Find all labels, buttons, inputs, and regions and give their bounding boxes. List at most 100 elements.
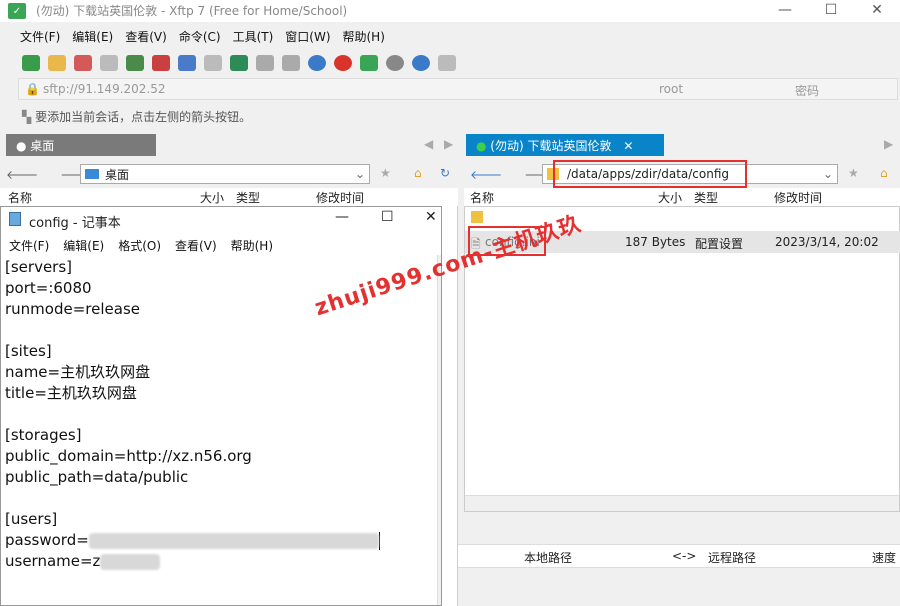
- col-type[interactable]: 类型: [694, 189, 718, 206]
- tab-local-label: 桌面: [30, 139, 55, 153]
- globe-icon[interactable]: [308, 55, 326, 71]
- file-size: 187 Bytes: [625, 235, 686, 249]
- favorite-icon[interactable]: ★: [380, 166, 391, 180]
- text-line-password: password=: [5, 530, 437, 551]
- notepad-icon: [9, 212, 21, 226]
- help-icon[interactable]: [412, 55, 430, 71]
- upload-icon[interactable]: [178, 55, 196, 71]
- back-arrow-icon[interactable]: 🡐: [6, 167, 38, 182]
- col-size[interactable]: 大小: [658, 189, 682, 206]
- text-line: [storages]: [5, 426, 82, 444]
- notepad-close-button[interactable]: ✕: [425, 209, 437, 225]
- tab-close-icon[interactable]: ✕: [623, 139, 633, 153]
- text-line: public_path=data/public: [5, 468, 189, 486]
- tab-remote[interactable]: ● (勿动) 下载站英国伦敦 ✕: [466, 134, 664, 156]
- sync-icon[interactable]: [230, 55, 248, 71]
- chevron-down-icon[interactable]: ⌄: [355, 167, 365, 181]
- col-speed[interactable]: 速度: [872, 549, 896, 566]
- chat-icon[interactable]: [438, 55, 456, 71]
- path-highlight-box: [553, 160, 747, 188]
- col-size[interactable]: 大小: [200, 189, 224, 206]
- download-icon[interactable]: [204, 55, 222, 71]
- menu-file[interactable]: 文件(F): [20, 28, 60, 45]
- parent-folder-icon[interactable]: [471, 211, 483, 223]
- paste-icon[interactable]: [282, 55, 300, 71]
- toolbar: [22, 52, 464, 74]
- np-menu-file[interactable]: 文件(F): [9, 237, 49, 254]
- bookmark-icon: ▚: [22, 110, 32, 124]
- text-line: [users]: [5, 510, 58, 528]
- notepad-window[interactable]: config - 记事本 — ☐ ✕ 文件(F) 编辑(E) 格式(O) 查看(…: [0, 206, 442, 606]
- menu-help[interactable]: 帮助(H): [343, 28, 385, 45]
- col-name[interactable]: 名称: [470, 189, 494, 206]
- tab-scroll-left-icon[interactable]: ◀: [424, 137, 433, 151]
- disconnect-icon[interactable]: [74, 55, 92, 71]
- media-icon[interactable]: [152, 55, 170, 71]
- username-key: username=z: [5, 552, 101, 570]
- password-key: password=: [5, 531, 89, 549]
- col-modified[interactable]: 修改时间: [316, 189, 364, 206]
- col-name[interactable]: 名称: [8, 189, 32, 206]
- properties-icon[interactable]: [126, 55, 144, 71]
- home-icon[interactable]: ⌂: [414, 166, 422, 180]
- menu-command[interactable]: 命令(C): [179, 28, 221, 45]
- lock-icon: 🔒: [25, 82, 40, 96]
- copy-icon[interactable]: [256, 55, 274, 71]
- home-icon[interactable]: ⌂: [880, 166, 888, 180]
- favorite-icon[interactable]: ★: [848, 166, 859, 180]
- np-menu-edit[interactable]: 编辑(E): [63, 237, 104, 254]
- right-column-header: 名称 大小 类型 修改时间: [464, 188, 900, 206]
- text-line: [5, 488, 437, 509]
- xshell-icon[interactable]: [334, 55, 352, 71]
- desktop-icon: [85, 169, 99, 179]
- maximize-button[interactable]: ☐: [808, 0, 854, 22]
- chevron-down-icon[interactable]: ⌄: [823, 167, 833, 181]
- file-type: 配置设置: [695, 237, 744, 251]
- hint-text: 要添加当前会话，点击左侧的箭头按钮。: [35, 110, 252, 124]
- close-button[interactable]: ✕: [854, 0, 900, 22]
- np-menu-view[interactable]: 查看(V): [175, 237, 217, 254]
- np-menu-help[interactable]: 帮助(H): [231, 237, 273, 254]
- text-line: title=主机玖玖网盘: [5, 384, 137, 402]
- notepad-vertical-scrollbar[interactable]: [437, 255, 441, 605]
- col-type[interactable]: 类型: [236, 189, 260, 206]
- left-path-box[interactable]: 桌面 ⌄: [80, 164, 370, 184]
- menu-view[interactable]: 查看(V): [125, 28, 167, 45]
- back-arrow-icon[interactable]: 🡐: [470, 167, 502, 182]
- redacted-password: [88, 532, 379, 549]
- open-folder-icon[interactable]: [48, 55, 66, 71]
- text-line: [sites]: [5, 342, 52, 360]
- host-input[interactable]: sftp://91.149.202.52: [43, 82, 166, 96]
- transfer-header: 本地路径 <-> 远程路径 速度: [458, 544, 900, 568]
- link-icon[interactable]: [100, 55, 118, 71]
- menu-tools[interactable]: 工具(T): [233, 28, 274, 45]
- tab-scroll-right-icon[interactable]: ▶: [884, 137, 893, 151]
- text-line-username: username=z: [5, 551, 437, 572]
- tab-local[interactable]: ● 桌面: [6, 134, 156, 156]
- text-line: [5, 404, 437, 425]
- col-direction[interactable]: <->: [672, 549, 696, 563]
- text-line: name=主机玖玖网盘: [5, 363, 151, 381]
- tab-dot-icon: ●: [16, 139, 31, 153]
- col-modified[interactable]: 修改时间: [774, 189, 822, 206]
- xftp-icon[interactable]: [360, 55, 378, 71]
- refresh-icon[interactable]: ↻: [440, 166, 450, 180]
- username-input[interactable]: root: [659, 82, 683, 96]
- text-cursor: [378, 531, 380, 550]
- menu-bar: 文件(F) 编辑(E) 查看(V) 命令(C) 工具(T) 窗口(W) 帮助(H…: [20, 26, 397, 46]
- gear-icon[interactable]: [386, 55, 404, 71]
- horizontal-scrollbar[interactable]: [465, 495, 899, 511]
- col-local-path[interactable]: 本地路径: [524, 549, 572, 566]
- np-menu-format[interactable]: 格式(O): [118, 237, 161, 254]
- new-session-icon[interactable]: [22, 55, 40, 71]
- notepad-text-area[interactable]: [servers] port=:6080 runmode=release [site…: [5, 257, 437, 603]
- password-input[interactable]: 密码: [795, 82, 819, 99]
- menu-window[interactable]: 窗口(W): [285, 28, 330, 45]
- col-remote-path[interactable]: 远程路径: [708, 549, 756, 566]
- tab-dot-icon: ●: [476, 139, 491, 153]
- notepad-maximize-button[interactable]: ☐: [381, 209, 394, 225]
- menu-edit[interactable]: 编辑(E): [72, 28, 113, 45]
- notepad-minimize-button[interactable]: —: [335, 209, 349, 225]
- minimize-button[interactable]: —: [762, 0, 808, 22]
- tab-scroll-right-icon[interactable]: ▶: [444, 137, 453, 151]
